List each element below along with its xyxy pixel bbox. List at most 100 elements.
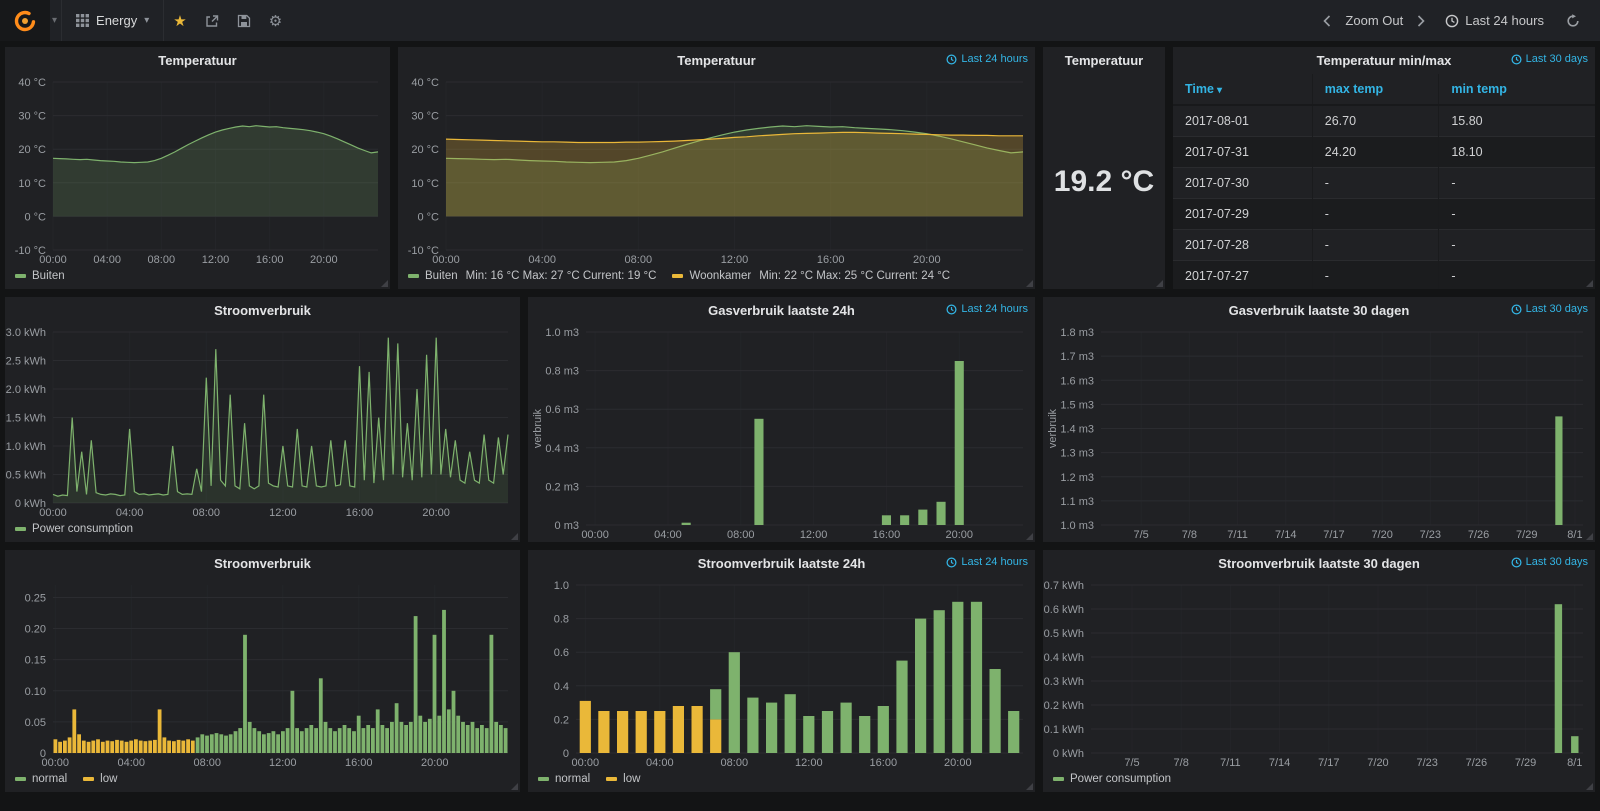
svg-text:04:00: 04:00 <box>116 507 144 519</box>
svg-text:08:00: 08:00 <box>721 757 749 769</box>
save-button[interactable] <box>228 0 260 41</box>
svg-text:7/17: 7/17 <box>1323 529 1344 541</box>
resize-handle[interactable] <box>1026 533 1033 540</box>
svg-text:00:00: 00:00 <box>39 507 67 519</box>
svg-text:0.8: 0.8 <box>554 614 569 626</box>
time-range-badge[interactable]: Last 30 days <box>1511 303 1588 315</box>
svg-text:0 °C: 0 °C <box>417 211 439 223</box>
panel-title[interactable]: Gasverbruik laatste 24h <box>708 303 855 318</box>
legend-item[interactable]: low <box>83 773 117 785</box>
svg-text:0 m3: 0 m3 <box>555 520 579 532</box>
time-range-badge[interactable]: Last 24 hours <box>946 303 1028 315</box>
gas-usage-bar-chart: 0 m3 0.2 m3 0.4 m3 0.6 m3 0.8 m3 1.0 m3 00:00 0… <box>528 324 1035 542</box>
resize-handle[interactable] <box>1026 783 1033 790</box>
legend-label: normal <box>555 773 591 785</box>
panel-title[interactable]: Temperatuur <box>158 53 237 68</box>
panel-stroomverbruik-bars: Stroomverbruik 0 0.05 0.10 0.15 0.20 0.25 00:0… <box>5 550 520 792</box>
svg-text:08:00: 08:00 <box>625 254 653 266</box>
share-icon <box>206 14 218 27</box>
svg-text:0 kWh: 0 kWh <box>1053 748 1084 760</box>
badge-label: Last 24 hours <box>961 303 1028 315</box>
time-range-badge[interactable]: Last 24 hours <box>946 556 1028 568</box>
resize-handle[interactable] <box>1026 280 1033 287</box>
panel-title[interactable]: Temperatuur <box>677 53 756 68</box>
resize-handle[interactable] <box>1586 783 1593 790</box>
resize-handle[interactable] <box>1586 533 1593 540</box>
legend-item[interactable]: Power consumption <box>1053 773 1171 785</box>
settings-button[interactable]: ⚙ <box>260 0 291 41</box>
svg-text:7/11: 7/11 <box>1227 529 1248 541</box>
dashboard-picker[interactable]: Energy ▾ <box>62 0 163 41</box>
legend-item[interactable]: normal <box>538 773 590 785</box>
svg-text:00:00: 00:00 <box>572 757 600 769</box>
chart-legend: Power consumption <box>1043 770 1595 792</box>
column-header-time[interactable]: Time ▾ <box>1173 74 1313 106</box>
panel-stroomverbruik-24h: Stroomverbruik laatste 24h Last 24 hours… <box>528 550 1035 792</box>
panel-title[interactable]: Temperatuur min/max <box>1317 53 1452 68</box>
table-row[interactable]: 2017-07-29- - <box>1173 198 1595 230</box>
time-range-badge[interactable]: Last 24 hours <box>946 53 1028 65</box>
legend-swatch <box>15 777 26 781</box>
column-header-min-temp[interactable]: min temp <box>1438 74 1595 106</box>
table-cell: 2017-08-01 <box>1173 104 1313 137</box>
table-row[interactable]: 2017-07-28- - <box>1173 229 1595 261</box>
time-range-badge[interactable]: Last 30 days <box>1511 556 1588 568</box>
legend-item[interactable]: Power consumption <box>15 523 133 535</box>
refresh-button[interactable] <box>1558 13 1588 28</box>
panel-header: Stroomverbruik laatste 30 dagen Last 30 … <box>1043 550 1595 577</box>
column-header-max-temp[interactable]: max temp <box>1311 74 1439 106</box>
chart-legend: normal low <box>528 770 1035 792</box>
resize-handle[interactable] <box>1586 280 1593 287</box>
table-cell: - <box>1311 260 1439 289</box>
resize-handle[interactable] <box>511 533 518 540</box>
chart-svg: 1.0 m3 1.1 m3 1.2 m3 1.3 m3 1.4 m3 1.5 m3 1.6 … <box>1047 327 1583 541</box>
time-shift-left-button[interactable] <box>1317 14 1337 27</box>
svg-text:7/11: 7/11 <box>1220 757 1241 769</box>
svg-text:20:00: 20:00 <box>421 757 449 769</box>
resize-handle[interactable] <box>511 783 518 790</box>
share-button[interactable] <box>196 0 228 41</box>
resize-handle[interactable] <box>381 280 388 287</box>
legend-label: low <box>623 773 641 785</box>
star-button[interactable]: ★ <box>164 0 195 41</box>
panel-title[interactable]: Stroomverbruik <box>214 303 311 318</box>
svg-text:16:00: 16:00 <box>817 254 845 266</box>
time-shift-right-button[interactable] <box>1411 14 1431 27</box>
grafana-logo[interactable] <box>0 0 50 41</box>
legend-swatch <box>15 527 26 531</box>
panel-title[interactable]: Stroomverbruik laatste 30 dagen <box>1218 556 1420 571</box>
legend-item[interactable]: low <box>606 773 640 785</box>
singlestat-value: 19.2 °C <box>1053 164 1155 198</box>
logo-caret-icon[interactable]: ▾ <box>50 15 61 26</box>
svg-text:04:00: 04:00 <box>646 757 674 769</box>
panel-header: Temperatuur Last 24 hours <box>398 47 1035 74</box>
legend-item[interactable]: normal <box>15 773 67 785</box>
panel-title[interactable]: Gasverbruik laatste 30 dagen <box>1229 303 1410 318</box>
svg-text:7/17: 7/17 <box>1318 757 1339 769</box>
panel-title[interactable]: Temperatuur <box>1065 53 1144 68</box>
panel-title[interactable]: Stroomverbruik laatste 24h <box>698 556 866 571</box>
svg-text:7/23: 7/23 <box>1420 529 1441 541</box>
chevron-left-icon <box>1323 14 1331 27</box>
svg-text:7/29: 7/29 <box>1516 529 1537 541</box>
legend-item[interactable]: Woonkamer Min: 22 °C Max: 25 °C Current: … <box>672 270 950 282</box>
time-range-picker[interactable]: Last 24 hours <box>1433 13 1556 28</box>
legend-item[interactable]: Buiten <box>15 270 65 282</box>
svg-text:7/29: 7/29 <box>1515 757 1536 769</box>
clock-icon <box>1445 14 1459 27</box>
table-row[interactable]: 2017-07-31 24.20 18.10 <box>1173 136 1595 168</box>
panel-header: Stroomverbruik <box>5 550 520 577</box>
table-row[interactable]: 2017-07-27- - <box>1173 260 1595 289</box>
svg-text:0.4 m3: 0.4 m3 <box>545 443 579 455</box>
dashboard-name: Energy <box>96 13 138 28</box>
resize-handle[interactable] <box>1156 280 1163 287</box>
svg-text:04:00: 04:00 <box>93 254 121 266</box>
svg-text:12:00: 12:00 <box>202 254 230 266</box>
table-row[interactable]: 2017-07-30- - <box>1173 167 1595 199</box>
zoom-out-button[interactable]: Zoom Out <box>1339 13 1409 28</box>
svg-text:00:00: 00:00 <box>432 254 460 266</box>
time-range-badge[interactable]: Last 30 days <box>1511 53 1588 65</box>
table-row[interactable]: 2017-08-01 26.70 15.80 <box>1173 104 1595 137</box>
legend-item[interactable]: Buiten Min: 16 °C Max: 27 °C Current: 19 … <box>408 270 656 282</box>
panel-title[interactable]: Stroomverbruik <box>214 556 311 571</box>
